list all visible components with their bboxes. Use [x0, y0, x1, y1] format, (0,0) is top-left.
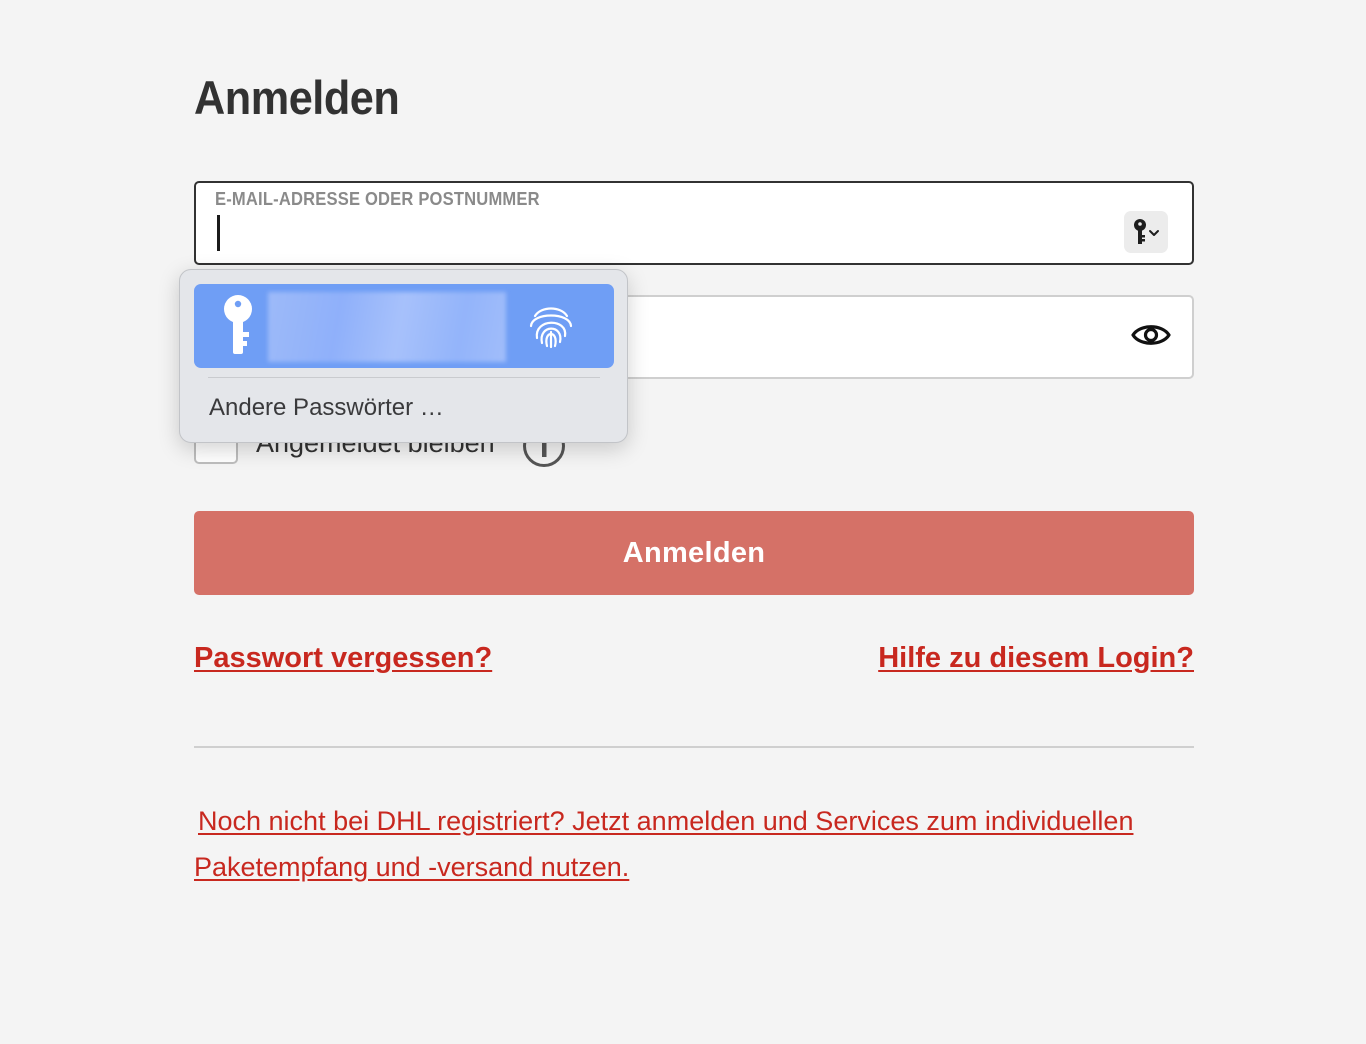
fingerprint-icon: [526, 302, 576, 355]
popup-divider: [208, 377, 600, 378]
register-link[interactable]: Noch nicht bei DHL registriert? Jetzt an…: [194, 798, 1174, 890]
key-icon: [220, 294, 256, 363]
page-title: Anmelden: [194, 71, 400, 124]
other-passwords-option[interactable]: Andere Passwörter …: [209, 394, 444, 422]
login-page: Anmelden E-MAIL-ADRESSE ODER POSTNUMMER: [0, 0, 1366, 1044]
login-help-link[interactable]: Hilfe zu diesem Login?: [878, 642, 1194, 675]
saved-credential-item[interactable]: [194, 284, 614, 368]
email-field[interactable]: E-MAIL-ADRESSE ODER POSTNUMMER: [194, 181, 1194, 265]
eye-icon[interactable]: [1128, 315, 1174, 355]
redacted-username: [268, 292, 506, 362]
password-autofill-popup: Andere Passwörter …: [179, 269, 628, 443]
forgot-password-link[interactable]: Passwort vergessen?: [194, 642, 492, 675]
email-field-label: E-MAIL-ADRESSE ODER POSTNUMMER: [215, 189, 540, 209]
key-dropdown-icon[interactable]: [1124, 211, 1168, 253]
divider: [194, 746, 1194, 748]
login-submit-button[interactable]: Anmelden: [194, 511, 1194, 595]
text-cursor: [217, 215, 220, 251]
